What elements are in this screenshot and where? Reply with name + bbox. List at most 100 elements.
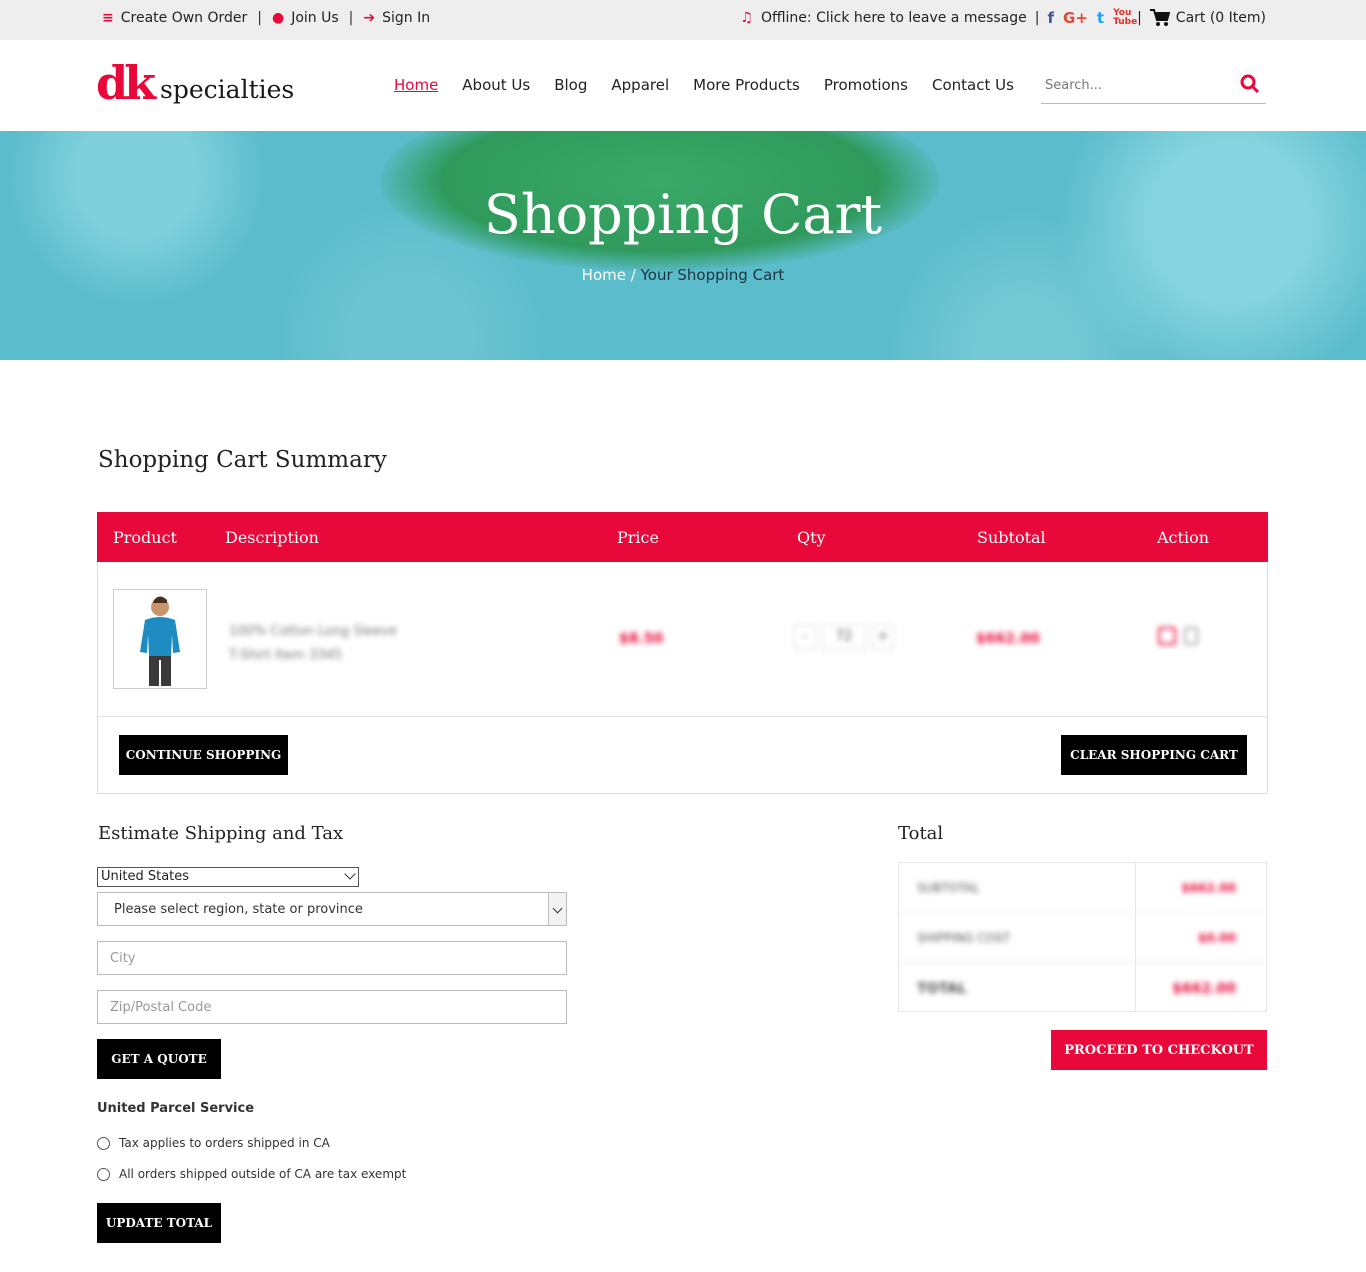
carrier-label: United Parcel Service — [97, 1101, 255, 1116]
totals-value: $662.00 — [1181, 881, 1236, 895]
cart-link[interactable]: Cart (0 Item) — [1149, 9, 1266, 27]
clear-cart-button[interactable]: CLEAR SHOPPING CART — [1061, 735, 1247, 775]
breadcrumb-home[interactable]: Home — [582, 266, 626, 284]
sign-in-link[interactable]: ➔ Sign In — [363, 10, 430, 26]
nav-contact-us[interactable]: Contact Us — [932, 76, 1014, 94]
page-title: Shopping Cart — [483, 183, 883, 246]
tax-option-ca-label: Tax applies to orders shipped in CA — [119, 1136, 330, 1150]
separator: | — [348, 10, 354, 26]
totals-row-subtotal: SUBTOTAL $662.00 — [899, 863, 1266, 913]
country-select[interactable]: United States — [97, 867, 359, 887]
update-total-button[interactable]: UPDATE TOTAL — [97, 1203, 221, 1243]
totals-value: $0.00 — [1198, 931, 1236, 945]
country-select-value: United States — [101, 869, 190, 884]
cart-table: Product Description Price Qty Subtotal A… — [97, 512, 1268, 794]
breadcrumb-current: Your Shopping Cart — [640, 266, 785, 284]
breadcrumb-separator: / — [630, 266, 636, 284]
product-description: 100% Cotton Long Sleeve T-Shirt Item 334… — [229, 620, 397, 668]
search-box — [1041, 70, 1266, 104]
table-row: 100% Cotton Long Sleeve T-Shirt Item 334… — [98, 562, 1267, 717]
cart-icon — [1149, 9, 1170, 26]
cart-summary-title: Shopping Cart Summary — [98, 447, 387, 473]
shipping-section-title: Estimate Shipping and Tax — [98, 823, 344, 844]
nav-home[interactable]: Home — [394, 76, 438, 94]
qty-increase-button[interactable]: + — [872, 624, 894, 650]
chevron-down-icon — [344, 868, 356, 880]
join-us-link[interactable]: ● Join Us — [272, 10, 339, 26]
radio-button[interactable] — [97, 1136, 110, 1150]
totals-row-total: TOTAL $662.00 — [899, 963, 1266, 1013]
region-select[interactable]: Please select region, state or province — [97, 892, 567, 926]
product-description-line-2: T-Shirt Item 3345 — [229, 648, 342, 663]
total-section-title: Total — [898, 823, 944, 844]
proceed-to-checkout-button[interactable]: PROCEED TO CHECKOUT — [1051, 1030, 1267, 1070]
logo-mark: dk — [96, 56, 156, 110]
google-plus-icon[interactable]: G+ — [1063, 9, 1088, 27]
logo[interactable]: dk specialties — [96, 60, 294, 106]
site-header: dk specialties Home About Us Blog Appare… — [0, 40, 1366, 131]
column-header-price: Price — [617, 528, 659, 547]
radio-button[interactable] — [97, 1167, 110, 1181]
top-bar-links: ≡ Create Own Order | ● Join Us | ➔ Sign … — [102, 10, 430, 26]
region-select-placeholder: Please select region, state or province — [114, 902, 363, 917]
product-thumbnail[interactable] — [113, 589, 207, 689]
nav-about-us[interactable]: About Us — [462, 76, 530, 94]
nav-more-products[interactable]: More Products — [693, 76, 800, 94]
social-links: f G+ t You Tube — [1047, 9, 1137, 28]
quantity-stepper: - 72 + — [794, 624, 894, 650]
qty-input[interactable]: 72 — [822, 624, 866, 650]
search-input[interactable] — [1041, 70, 1231, 100]
top-bar-right: ♫ Offline: Click here to leave a message… — [740, 9, 1266, 28]
trash-icon[interactable] — [1184, 627, 1198, 645]
breadcrumb: Home / Your Shopping Cart — [0, 266, 1366, 284]
city-input[interactable] — [97, 941, 567, 975]
nav-blog[interactable]: Blog — [554, 76, 587, 94]
hero-banner: Shopping Cart Home / Your Shopping Cart — [0, 131, 1366, 360]
offline-message-link[interactable]: Offline: Click here to leave a message — [761, 10, 1027, 26]
nav-apparel[interactable]: Apparel — [611, 76, 669, 94]
column-header-description: Description — [225, 528, 319, 547]
totals-row-shipping: SHIPPING COST $0.00 — [899, 913, 1266, 963]
create-order-link[interactable]: ≡ Create Own Order — [102, 10, 247, 26]
logo-text: specialties — [160, 75, 295, 104]
totals-value: $662.00 — [1172, 981, 1236, 997]
column-header-action: Action — [1157, 528, 1209, 547]
main-nav: Home About Us Blog Apparel More Products… — [394, 76, 1014, 94]
separator: | — [257, 10, 262, 26]
headset-icon: ♫ — [740, 10, 753, 26]
sign-in-icon: ➔ — [363, 10, 376, 26]
create-order-label: Create Own Order — [120, 10, 248, 26]
qty-decrease-button[interactable]: - — [794, 624, 816, 650]
totals-label: SHIPPING COST — [917, 931, 1011, 945]
youtube-icon[interactable]: You Tube — [1113, 9, 1137, 27]
column-header-subtotal: Subtotal — [977, 528, 1046, 547]
totals-label: SUBTOTAL — [917, 881, 980, 895]
user-icon: ● — [272, 10, 285, 26]
column-header-product: Product — [113, 528, 177, 547]
search-icon[interactable] — [1240, 74, 1260, 96]
tax-option-exempt-label: All orders shipped outside of CA are tax… — [119, 1167, 407, 1181]
product-description-line-1: 100% Cotton Long Sleeve — [229, 624, 397, 639]
chevron-down-icon — [548, 893, 566, 925]
cart-table-header: Product Description Price Qty Subtotal A… — [97, 512, 1268, 562]
facebook-icon[interactable]: f — [1047, 9, 1054, 27]
product-price: $8.50 — [619, 631, 664, 647]
get-quote-button[interactable]: GET A QUOTE — [97, 1039, 221, 1079]
continue-shopping-button[interactable]: CONTINUE SHOPPING — [119, 735, 288, 775]
nav-promotions[interactable]: Promotions — [824, 76, 908, 94]
edit-icon[interactable] — [1158, 627, 1176, 645]
zip-input[interactable] — [97, 990, 567, 1024]
separator: | — [1137, 10, 1142, 26]
twitter-icon[interactable]: t — [1097, 9, 1104, 27]
tax-option-exempt[interactable]: All orders shipped outside of CA are tax… — [97, 1167, 406, 1181]
product-subtotal: $662.00 — [976, 631, 1040, 647]
totals-label: TOTAL — [917, 981, 967, 997]
product-image — [140, 596, 180, 686]
row-actions — [1158, 627, 1198, 645]
join-us-label: Join Us — [291, 10, 339, 26]
cart-label: Cart (0 Item) — [1175, 10, 1266, 26]
top-bar: ≡ Create Own Order | ● Join Us | ➔ Sign … — [0, 0, 1366, 40]
separator: | — [1034, 10, 1040, 26]
tax-option-ca[interactable]: Tax applies to orders shipped in CA — [97, 1136, 330, 1150]
totals-table: SUBTOTAL $662.00 SHIPPING COST $0.00 TOT… — [898, 862, 1267, 1012]
